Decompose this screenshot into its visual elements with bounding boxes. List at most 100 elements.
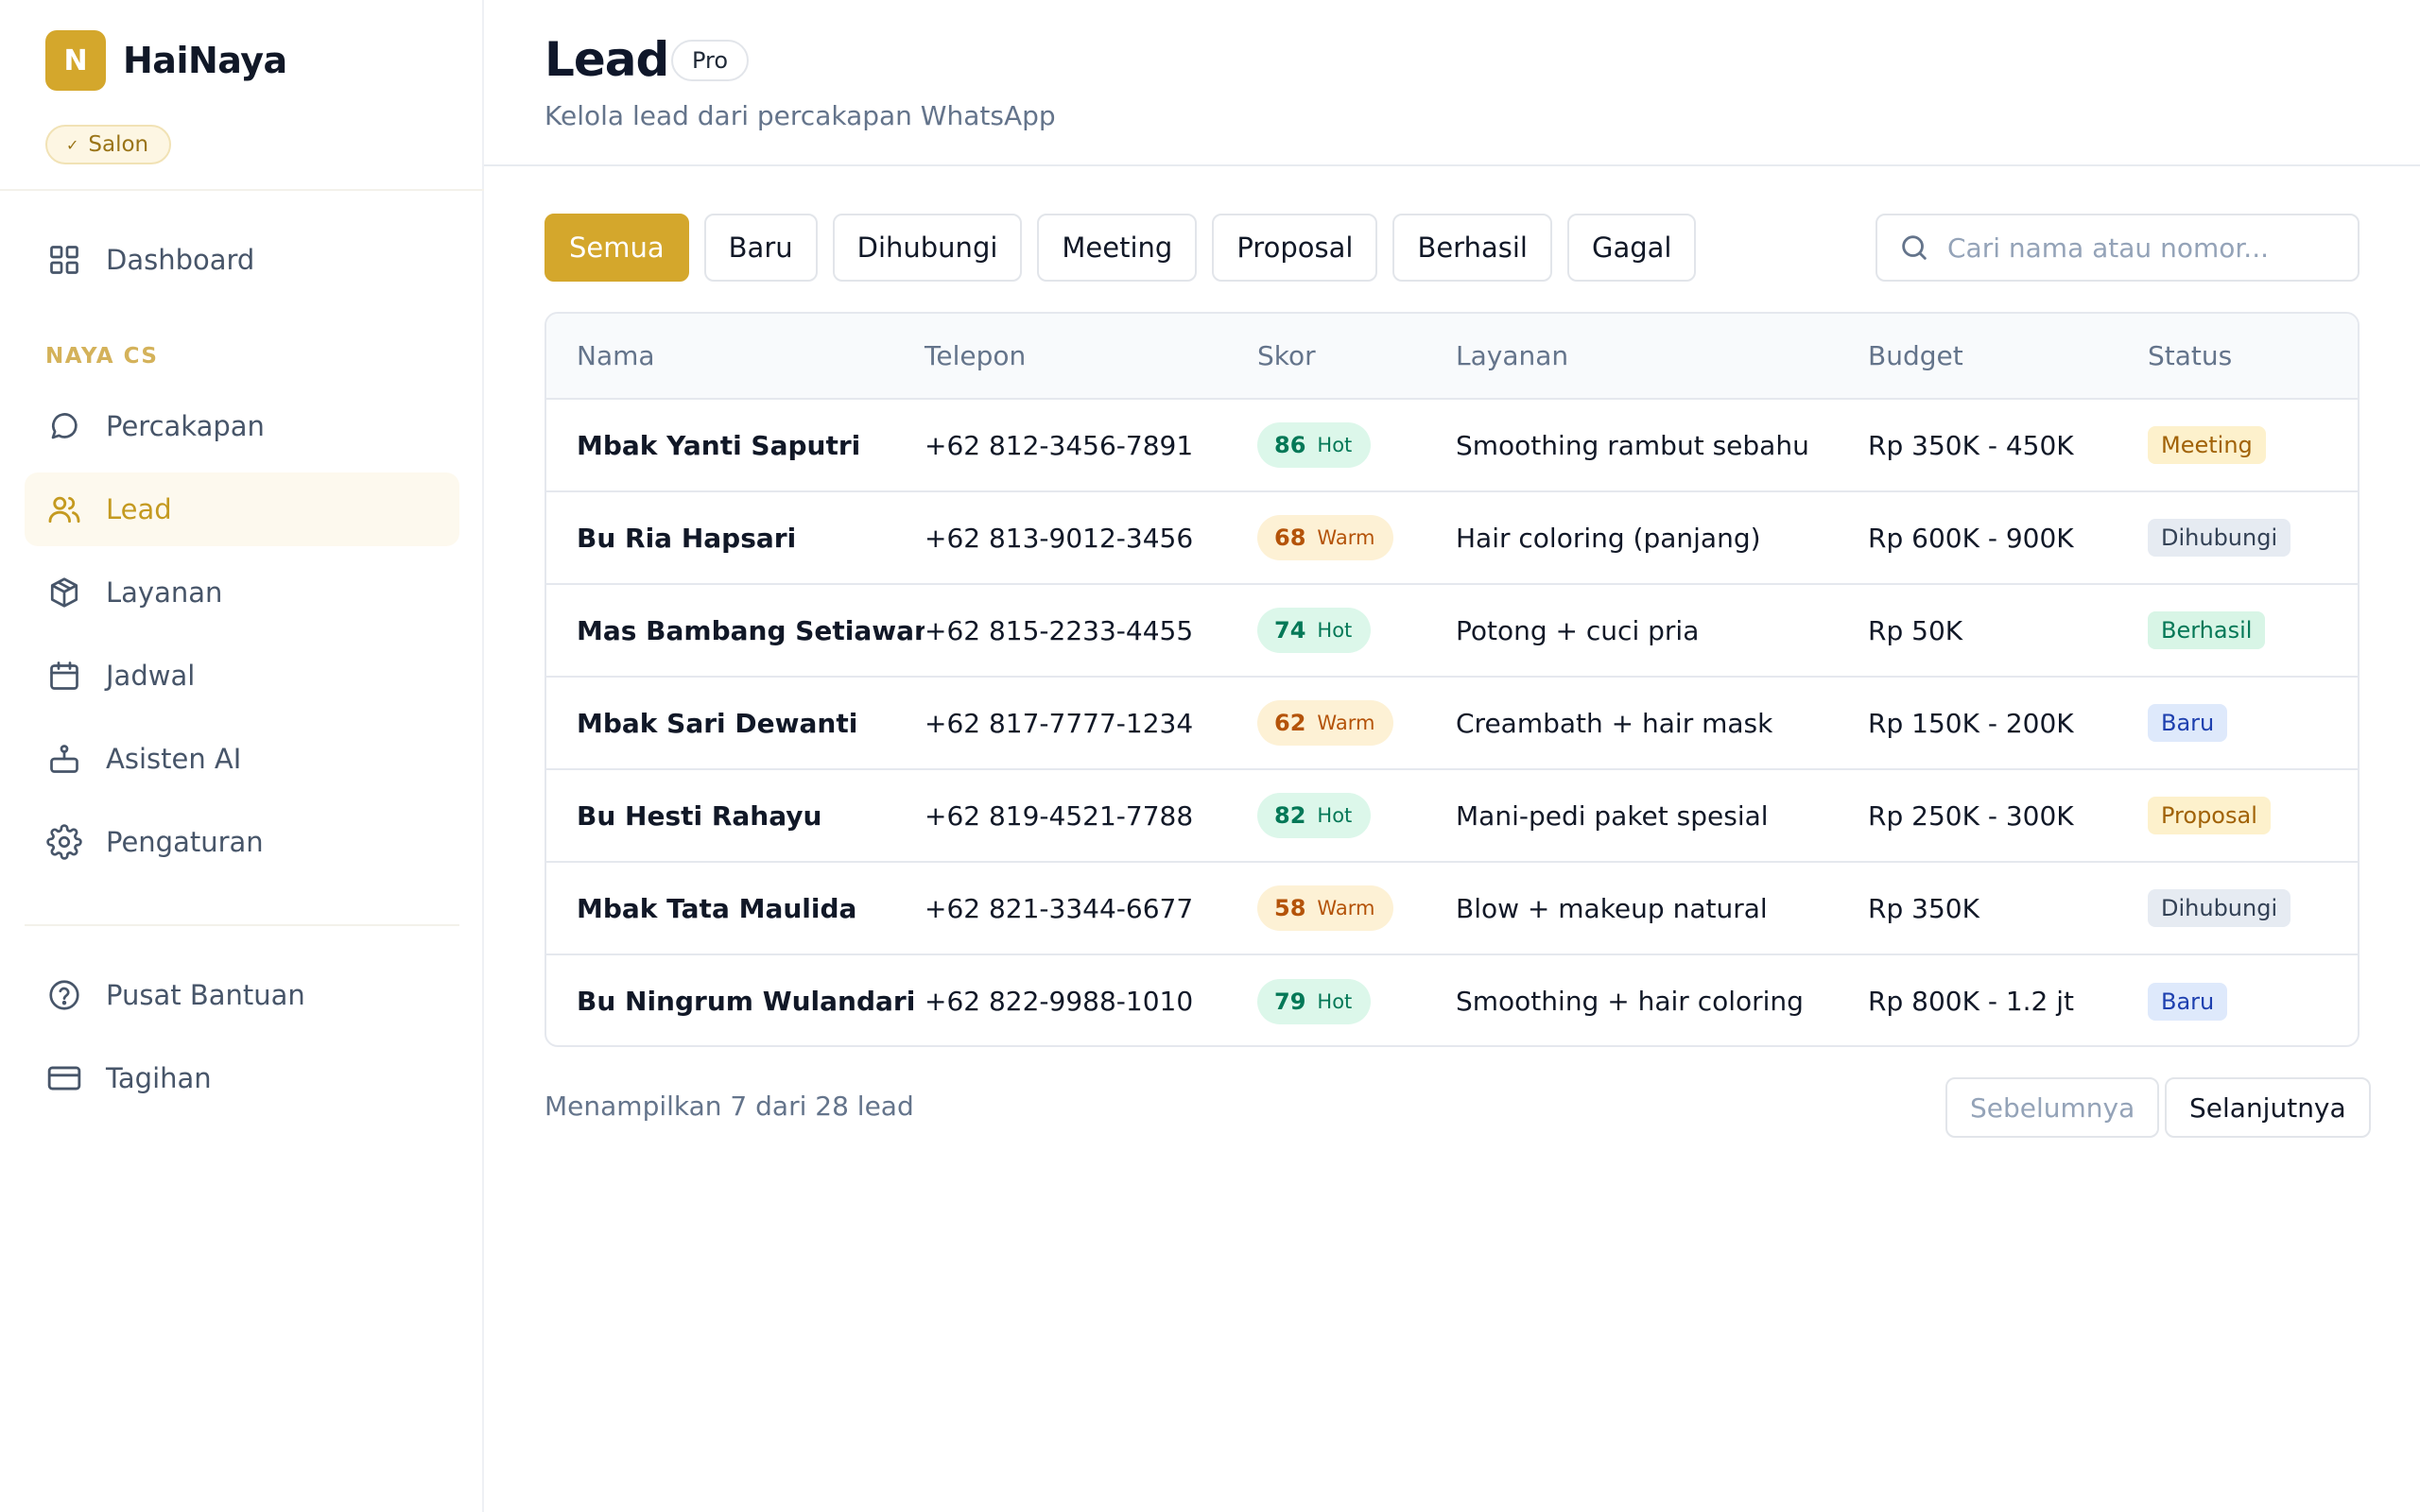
filter-tab-gagal[interactable]: Gagal — [1566, 214, 1697, 282]
lead-service: Potong + cuci pria — [1456, 584, 1868, 678]
sidebar-item-tagihan[interactable]: Tagihan — [25, 1041, 459, 1115]
score-badge: 62 Warm — [1257, 700, 1394, 746]
search-icon — [1898, 232, 1930, 264]
next-page-button[interactable]: Selanjutnya — [2165, 1077, 2371, 1138]
gear-icon — [45, 823, 83, 861]
lead-service: Smoothing + hair coloring — [1456, 986, 1804, 1017]
lead-name: Bu Ria Hapsari — [546, 491, 925, 585]
score-badge: 86 Hot — [1257, 422, 1372, 468]
score-label: Hot — [1317, 434, 1353, 456]
score-badge: 79 Hot — [1257, 978, 1372, 1024]
status-badge: Dihubungi — [2148, 519, 2291, 557]
lead-name: Mbak Tata Maulida — [546, 862, 925, 955]
sidebar-divider — [0, 189, 484, 191]
sidebar-item-label: Pusat Bantuan — [106, 979, 305, 1011]
sidebar-item-label: Lead — [106, 493, 172, 525]
table-row[interactable]: Mbak Tata Maulida +62 821-3344-6677 58 Wa… — [546, 862, 2358, 955]
filter-tab-proposal[interactable]: Proposal — [1212, 214, 1378, 282]
lead-phone: +62 815-2233-4455 — [925, 584, 1257, 678]
help-icon — [45, 976, 83, 1014]
score-label: Warm — [1317, 712, 1375, 734]
previous-page-button[interactable]: Sebelumnya — [1945, 1077, 2160, 1138]
lead-service: Mani-pedi paket spesial — [1456, 769, 1868, 863]
page-title: Lead — [544, 32, 669, 87]
business-type-badge: ✓ Salon — [45, 125, 172, 164]
filter-tab-meeting[interactable]: Meeting — [1037, 214, 1198, 282]
lead-phone: +62 812-3456-7891 — [925, 399, 1257, 492]
table-row[interactable]: Bu Ria Hapsari +62 813-9012-3456 68 Warm … — [546, 491, 2358, 585]
brand-name: HaiNaya — [123, 40, 287, 81]
sidebar-divider — [25, 924, 459, 926]
score-value: 79 — [1274, 988, 1306, 1015]
table-row[interactable]: Mas Bambang Setiawan +62 815-2233-4455 7… — [546, 584, 2358, 678]
lead-name: Mbak Yanti Saputri — [546, 399, 925, 492]
column-header-skor[interactable]: Skor — [1257, 314, 1456, 400]
column-header-budget[interactable]: Budget — [1868, 314, 2148, 400]
lead-service: Hair coloring (panjang) — [1456, 491, 1868, 585]
table-header-row: Nama Telepon Skor Layanan Budget Status — [546, 314, 2358, 400]
sidebar-item-label: Asisten AI — [106, 743, 242, 775]
column-header-nama[interactable]: Nama — [546, 314, 925, 400]
business-type-label: Salon — [88, 132, 149, 157]
grid-icon — [45, 241, 83, 279]
brand[interactable]: N HaiNaya — [45, 30, 287, 91]
search-input[interactable] — [1947, 232, 2344, 264]
score-badge: 58 Warm — [1257, 885, 1394, 931]
score-label: Hot — [1317, 619, 1353, 642]
lead-name: Mas Bambang Setiawan — [546, 584, 925, 678]
lead-phone: +62 813-9012-3456 — [925, 491, 1257, 585]
status-badge: Berhasil — [2148, 611, 2266, 649]
status-badge: Baru — [2148, 704, 2228, 742]
sidebar-item-percakapan[interactable]: Percakapan — [25, 389, 459, 463]
column-header-layanan[interactable]: Layanan — [1456, 314, 1868, 400]
column-header-telepon[interactable]: Telepon — [925, 314, 1257, 400]
lead-budget: Rp 150K - 200K — [1868, 677, 2148, 770]
sidebar-item-layanan[interactable]: Layanan — [25, 556, 459, 629]
filter-tab-baru[interactable]: Baru — [703, 214, 818, 282]
lead-table: Nama Telepon Skor Layanan Budget Status … — [544, 312, 2360, 1047]
sidebar-item-dashboard[interactable]: Dashboard — [25, 223, 459, 297]
sidebar-item-lead[interactable]: Lead — [25, 472, 459, 546]
column-header-status[interactable]: Status — [2148, 314, 2358, 400]
status-badge: Meeting — [2148, 426, 2266, 464]
box-icon — [45, 574, 83, 611]
search-box — [1876, 214, 2360, 282]
sidebar-item-jadwal[interactable]: Jadwal — [25, 639, 459, 713]
filter-tab-berhasil[interactable]: Berhasil — [1392, 214, 1552, 282]
filter-tab-semua[interactable]: Semua — [544, 214, 689, 282]
status-badge: Proposal — [2148, 797, 2271, 834]
table-row[interactable]: Mbak Sari Dewanti +62 817-7777-1234 62 Wa… — [546, 677, 2358, 770]
lead-name: Bu Hesti Rahayu — [546, 769, 925, 863]
lead-name: Bu Ningrum Wulandari — [577, 986, 916, 1017]
table-row[interactable]: Bu Hesti Rahayu +62 819-4521-7788 82 Hot … — [546, 769, 2358, 863]
sidebar-item-label: Layanan — [106, 576, 223, 609]
score-badge: 82 Hot — [1257, 793, 1372, 838]
status-badge: Baru — [2148, 982, 2228, 1021]
lead-phone: +62 817-7777-1234 — [925, 677, 1257, 770]
table-row[interactable]: Bu Ningrum Wulandari +62 822-9988-1010 7… — [546, 954, 2358, 1045]
status-filter-tabs: Semua Baru Dihubungi Meeting Proposal Be… — [544, 214, 1697, 282]
page-header: Lead Pro Kelola lead dari percakapan Wha… — [484, 0, 2420, 166]
sidebar-item-pusat-bantuan[interactable]: Pusat Bantuan — [25, 958, 459, 1032]
table-row[interactable]: Mbak Yanti Saputri +62 812-3456-7891 86 H… — [546, 399, 2358, 492]
score-value: 86 — [1274, 432, 1306, 458]
check-icon: ✓ — [66, 135, 79, 154]
sidebar-item-pengaturan[interactable]: Pengaturan — [25, 805, 459, 879]
filter-tab-dihubungi[interactable]: Dihubungi — [832, 214, 1023, 282]
robot-icon — [45, 740, 83, 778]
users-icon — [45, 490, 83, 528]
score-value: 68 — [1274, 524, 1306, 551]
sidebar-item-label: Dashboard — [106, 244, 255, 276]
lead-budget: Rp 250K - 300K — [1868, 769, 2148, 863]
score-label: Warm — [1317, 897, 1375, 919]
pagination-info: Menampilkan 7 dari 28 lead — [544, 1091, 914, 1122]
sidebar-item-label: Pengaturan — [106, 826, 264, 858]
score-badge: 68 Warm — [1257, 515, 1394, 560]
score-value: 74 — [1274, 617, 1306, 644]
lead-service: Smoothing rambut sebahu — [1456, 399, 1868, 492]
sidebar: N HaiNaya ✓ Salon Dashboard NAYA CS Perc… — [0, 0, 484, 1512]
sidebar-item-asisten-ai[interactable]: Asisten AI — [25, 722, 459, 796]
sidebar-item-label: Percakapan — [106, 410, 265, 442]
lead-budget: Rp 350K — [1868, 862, 2148, 955]
score-badge: 74 Hot — [1257, 608, 1372, 653]
